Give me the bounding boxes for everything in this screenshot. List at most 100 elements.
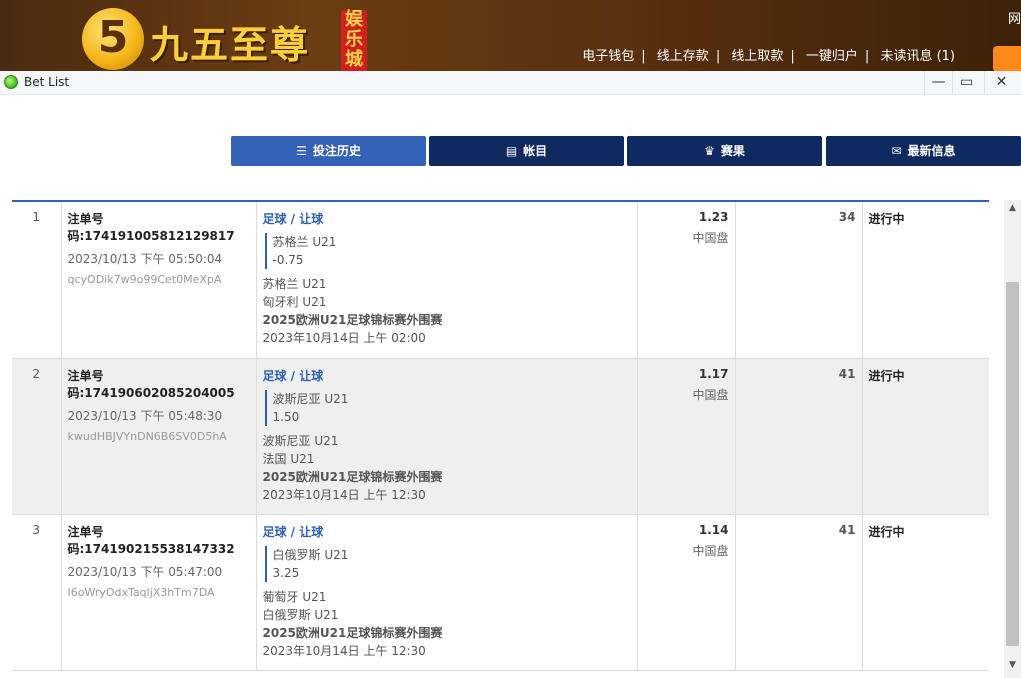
nav-deposit-link[interactable]: 线上存款 xyxy=(657,49,709,64)
stake-cell: 41 xyxy=(735,358,863,515)
trophy-icon: ♛ xyxy=(704,144,715,158)
row-index: 1 xyxy=(12,202,62,359)
bet-detail-cell: 足球 / 让球 苏格兰 U21 -0.75 苏格兰 U21 匈牙利 U21 20… xyxy=(256,202,638,359)
sport-market-link[interactable]: 足球 / 让球 xyxy=(263,523,631,540)
row-index: 3 xyxy=(12,514,62,671)
selection-block: 波斯尼亚 U21 1.50 xyxy=(264,389,631,426)
home-team: 葡萄牙 U21 xyxy=(262,589,327,604)
scroll-down-arrow-icon[interactable]: ▼ xyxy=(1004,657,1021,674)
stake-value: 41 xyxy=(838,366,856,381)
tab-statement[interactable]: ▤ 帐目 xyxy=(429,136,624,166)
logo-badge: 娱乐城 xyxy=(341,10,367,72)
tab-bet-history[interactable]: ☰ 投注历史 xyxy=(231,136,426,166)
odds-value: 1.17 xyxy=(698,366,729,381)
bet-info-cell: 注单号码:174190602085204005 2023/10/13 下午 05… xyxy=(61,358,257,515)
status-badge: 进行中 xyxy=(868,368,905,383)
nav-wallet-link[interactable]: 电子钱包 xyxy=(582,49,634,64)
row-index: 2 xyxy=(12,358,62,515)
selection-name: 波斯尼亚 U21 xyxy=(272,391,349,406)
status-cell: 进行中 xyxy=(862,358,989,515)
tab-label: 最新信息 xyxy=(907,144,956,158)
sport-market-link[interactable]: 足球 / 让球 xyxy=(263,210,631,227)
status-badge: 进行中 xyxy=(868,212,905,226)
status-cell: 进行中 xyxy=(862,202,989,359)
bet-hash: I6oWryOdxTaqljX3hTm7DA xyxy=(67,585,215,599)
mail-icon: ✉ xyxy=(891,144,902,158)
nav-separator: | xyxy=(641,49,646,64)
top-nav: 电子钱包 | 线上存款 | 线上取款 | 一键归户 | 未读讯息 (1) xyxy=(582,45,955,64)
sport-market-link[interactable]: 足球 / 让球 xyxy=(263,367,631,384)
home-team: 苏格兰 U21 xyxy=(262,277,327,291)
tab-bar: ☰ 投注历史 ▤ 帐目 ♛ 赛果 ✉ 最新信息 xyxy=(231,136,1021,166)
corner-button[interactable] xyxy=(993,46,1021,72)
table-row: 1 注单号码:174191005812129817 2023/10/13 下午 … xyxy=(12,202,989,359)
status-cell: 进行中 xyxy=(862,514,989,671)
bet-info-cell: 注单号码:174190215538147332 2023/10/13 下午 05… xyxy=(61,514,257,671)
bet-list-table: 1 注单号码:174191005812129817 2023/10/13 下午 … xyxy=(12,200,989,678)
logo-icon: 5 xyxy=(82,8,144,70)
bet-time: 2023/10/13 下午 05:48:30 xyxy=(67,408,223,423)
handicap-value: 1.50 xyxy=(272,409,300,424)
stake-cell: 34 xyxy=(735,202,863,359)
odds-cell: 1.23 中国盘 xyxy=(637,202,736,359)
bet-time: 2023/10/13 下午 05:50:04 xyxy=(67,252,223,266)
league-name: 2025欧洲U21足球锦标赛外围赛 xyxy=(262,625,443,640)
selection-name: 苏格兰 U21 xyxy=(272,235,337,249)
vertical-scrollbar[interactable]: ▲ ▼ xyxy=(1004,200,1021,678)
handicap-value: 3.25 xyxy=(272,565,300,580)
match-time: 2023年10月14日 上午 02:00 xyxy=(262,331,426,345)
tab-results[interactable]: ♛ 赛果 xyxy=(627,136,822,166)
tab-label: 赛果 xyxy=(720,144,745,158)
maximize-button[interactable]: ▭ xyxy=(952,71,980,95)
bet-time: 2023/10/13 下午 05:47:00 xyxy=(67,564,223,579)
home-team: 波斯尼亚 U21 xyxy=(262,433,339,448)
browser-icon xyxy=(4,75,18,89)
scroll-up-arrow-icon[interactable]: ▲ xyxy=(1004,200,1021,217)
nav-separator: | xyxy=(715,49,721,64)
odds-value: 1.14 xyxy=(698,522,729,537)
window-titlebar: Bet List — ▭ ✕ xyxy=(0,71,1021,95)
handicap-value: -0.75 xyxy=(272,253,304,267)
selection-block: 苏格兰 U21 -0.75 xyxy=(264,233,631,269)
stake-value: 34 xyxy=(838,210,856,224)
bet-hash: qcyODik7w9o99Cet0MeXpA xyxy=(67,273,222,286)
nav-messages-link[interactable]: 未读讯息 (1) xyxy=(880,49,955,64)
odds-cell: 1.14 中国盘 xyxy=(637,514,736,671)
stake-value: 41 xyxy=(838,522,856,537)
nav-separator: | xyxy=(790,49,795,64)
bet-id: 注单号码:174191005812129817 xyxy=(67,212,235,243)
odds-value: 1.23 xyxy=(698,210,729,224)
table-row: 3 注单号码:174190215538147332 2023/10/13 下午 … xyxy=(12,514,989,671)
status-badge: 进行中 xyxy=(868,524,905,539)
minimize-button[interactable]: — xyxy=(924,71,952,95)
away-team: 匈牙利 U21 xyxy=(262,295,327,309)
nav-withdraw-link[interactable]: 线上取款 xyxy=(731,49,783,64)
odds-cell: 1.17 中国盘 xyxy=(637,358,736,515)
nav-separator: | xyxy=(864,49,870,64)
bet-detail-cell: 足球 / 让球 波斯尼亚 U21 1.50 波斯尼亚 U21 法国 U21 20… xyxy=(256,358,638,515)
bet-info-cell: 注单号码:174191005812129817 2023/10/13 下午 05… xyxy=(61,202,257,359)
odds-market: 中国盘 xyxy=(692,231,729,245)
logo-text: 九五至尊 xyxy=(150,23,311,67)
selection-name: 白俄罗斯 U21 xyxy=(272,547,349,562)
odds-market: 中国盘 xyxy=(692,387,729,402)
away-team: 法国 U21 xyxy=(262,451,315,466)
tab-label: 帐目 xyxy=(523,144,548,158)
selection-block: 白俄罗斯 U21 3.25 xyxy=(264,545,631,582)
league-name: 2025欧洲U21足球锦标赛外围赛 xyxy=(262,313,443,327)
window-title: Bet List xyxy=(24,75,70,89)
nav-consolidate-link[interactable]: 一键归户 xyxy=(806,49,858,64)
clipboard-icon: ☰ xyxy=(296,144,307,158)
site-header: 5 九五至尊 娱乐城 电子钱包 | 线上存款 | 线上取款 | 一键归户 | 未读讯息 … xyxy=(0,0,1021,72)
scrollbar-thumb[interactable] xyxy=(1006,282,1019,646)
table-row: 2 注单号码:174190602085204005 2023/10/13 下午 … xyxy=(12,358,989,515)
bet-id: 注单号码:174190215538147332 xyxy=(67,524,235,556)
tab-label: 投注历史 xyxy=(312,144,361,158)
ledger-icon: ▤ xyxy=(505,144,518,158)
close-button[interactable]: ✕ xyxy=(984,71,1018,95)
tab-news[interactable]: ✉ 最新信息 xyxy=(826,136,1021,166)
league-name: 2025欧洲U21足球锦标赛外围赛 xyxy=(262,469,443,484)
match-time: 2023年10月14日 上午 12:30 xyxy=(262,643,426,658)
corner-text: 网 xyxy=(1007,12,1021,27)
odds-market: 中国盘 xyxy=(692,543,729,558)
